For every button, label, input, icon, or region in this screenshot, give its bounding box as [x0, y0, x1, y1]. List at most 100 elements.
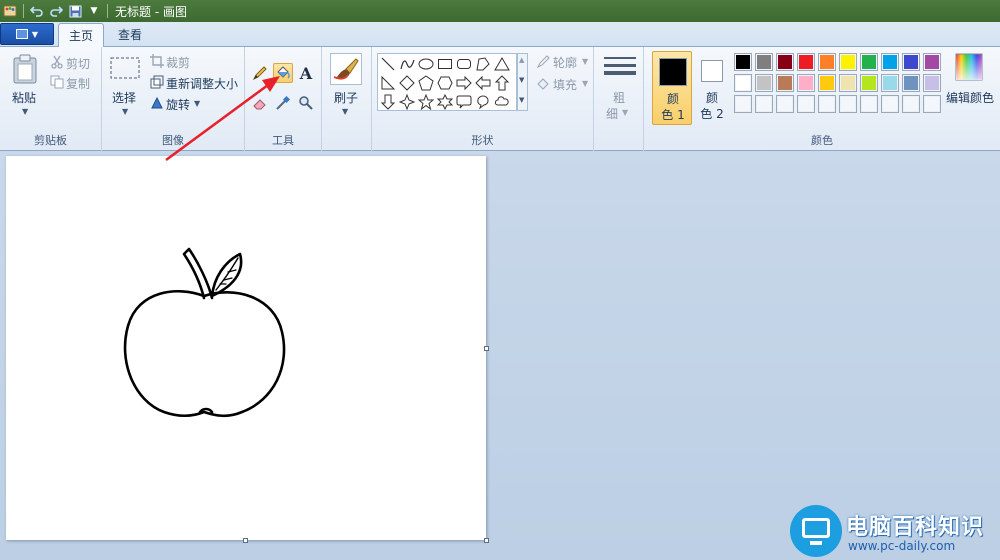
- curve-shape-icon[interactable]: [398, 55, 416, 73]
- line-width-icon[interactable]: [604, 55, 636, 81]
- palette-swatch[interactable]: [797, 95, 815, 113]
- palette-swatch[interactable]: [818, 53, 836, 71]
- pentagon-shape-icon[interactable]: [417, 74, 435, 92]
- crop-button[interactable]: 裁剪: [166, 54, 190, 71]
- cut-button[interactable]: 剪切: [66, 55, 90, 72]
- color2-button[interactable]: 颜 色 2: [692, 51, 732, 125]
- select-button[interactable]: 选择: [112, 89, 136, 106]
- chevron-down-icon[interactable]: ▼: [194, 99, 200, 108]
- chevron-down-icon[interactable]: ▼: [342, 107, 348, 116]
- palette-swatch[interactable]: [776, 95, 794, 113]
- polygon-shape-icon[interactable]: [474, 55, 492, 73]
- save-icon[interactable]: [67, 3, 83, 19]
- color1-button[interactable]: 颜 色 1: [652, 51, 692, 125]
- palette-swatch[interactable]: [818, 95, 836, 113]
- resize-handle-corner[interactable]: [484, 538, 489, 543]
- palette-swatch[interactable]: [923, 74, 941, 92]
- fill-button[interactable]: 填充: [553, 76, 577, 93]
- five-point-star-shape-icon[interactable]: [417, 93, 435, 111]
- resize-handle-bottom[interactable]: [243, 538, 248, 543]
- shapes-gallery-scroll[interactable]: ▲ ▼ ▼: [517, 53, 528, 111]
- magnifier-icon[interactable]: [296, 93, 316, 113]
- diamond-shape-icon[interactable]: [398, 74, 416, 92]
- resize-button[interactable]: 重新调整大小: [166, 75, 238, 92]
- edit-colors-icon[interactable]: [955, 53, 983, 81]
- palette-swatch[interactable]: [797, 53, 815, 71]
- chevron-down-icon[interactable]: ▼: [582, 57, 588, 66]
- chevron-down-icon[interactable]: ▼: [122, 107, 128, 116]
- palette-swatch[interactable]: [755, 74, 773, 92]
- tab-view[interactable]: 查看: [108, 23, 152, 47]
- palette-swatch[interactable]: [755, 95, 773, 113]
- edit-colors-button[interactable]: 编辑颜色: [946, 89, 994, 106]
- color-picker-icon[interactable]: [273, 93, 293, 113]
- palette-swatch[interactable]: [797, 74, 815, 92]
- palette-swatch[interactable]: [839, 74, 857, 92]
- rectangle-shape-icon[interactable]: [436, 55, 454, 73]
- hexagon-shape-icon[interactable]: [436, 74, 454, 92]
- brush-icon[interactable]: [330, 53, 362, 85]
- drawing-canvas[interactable]: [6, 156, 486, 540]
- fill-bucket-icon[interactable]: [273, 63, 293, 83]
- size-label-bottom[interactable]: 细: [606, 105, 618, 122]
- palette-swatch[interactable]: [881, 95, 899, 113]
- chevron-down-icon[interactable]: ▼: [622, 108, 628, 117]
- palette-swatch[interactable]: [755, 53, 773, 71]
- expand-gallery-icon[interactable]: ▼: [519, 96, 524, 104]
- scroll-up-icon[interactable]: ▲: [519, 56, 524, 64]
- palette-swatch[interactable]: [923, 53, 941, 71]
- rounded-callout-shape-icon[interactable]: [455, 93, 473, 111]
- customize-qat-icon[interactable]: ▼: [86, 3, 102, 19]
- palette-swatch[interactable]: [839, 53, 857, 71]
- paint-app-icon[interactable]: [2, 3, 18, 19]
- palette-swatch[interactable]: [860, 53, 878, 71]
- palette-swatch[interactable]: [818, 74, 836, 92]
- palette-swatch[interactable]: [734, 53, 752, 71]
- rounded-rectangle-shape-icon[interactable]: [455, 55, 473, 73]
- eraser-icon[interactable]: [250, 93, 270, 113]
- line-shape-icon[interactable]: [379, 55, 397, 73]
- scroll-down-icon[interactable]: ▼: [519, 76, 524, 84]
- copy-button[interactable]: 复制: [66, 75, 90, 92]
- right-triangle-shape-icon[interactable]: [379, 74, 397, 92]
- palette-swatch[interactable]: [902, 74, 920, 92]
- size-label-top[interactable]: 粗: [613, 89, 625, 106]
- right-arrow-shape-icon[interactable]: [455, 74, 473, 92]
- palette-swatch[interactable]: [734, 95, 752, 113]
- palette-swatch[interactable]: [902, 53, 920, 71]
- oval-callout-shape-icon[interactable]: [474, 93, 492, 111]
- undo-icon[interactable]: [29, 3, 45, 19]
- left-arrow-shape-icon[interactable]: [474, 74, 492, 92]
- up-arrow-shape-icon[interactable]: [493, 74, 511, 92]
- palette-swatch[interactable]: [860, 95, 878, 113]
- brushes-button[interactable]: 刷子: [334, 89, 358, 106]
- four-point-star-shape-icon[interactable]: [398, 93, 416, 111]
- palette-swatch[interactable]: [881, 53, 899, 71]
- file-menu-button[interactable]: ▼: [0, 23, 54, 45]
- text-icon[interactable]: A: [296, 63, 316, 83]
- paste-icon[interactable]: [12, 53, 38, 85]
- chevron-down-icon[interactable]: ▼: [22, 107, 28, 116]
- cloud-callout-shape-icon[interactable]: [493, 93, 511, 111]
- palette-swatch[interactable]: [902, 95, 920, 113]
- oval-shape-icon[interactable]: [417, 55, 435, 73]
- triangle-shape-icon[interactable]: [493, 55, 511, 73]
- palette-swatch[interactable]: [860, 74, 878, 92]
- palette-swatch[interactable]: [734, 74, 752, 92]
- chevron-down-icon[interactable]: ▼: [582, 79, 588, 88]
- paste-button[interactable]: 粘贴: [12, 89, 36, 106]
- down-arrow-shape-icon[interactable]: [379, 93, 397, 111]
- rotate-button[interactable]: 旋转: [166, 96, 190, 113]
- palette-swatch[interactable]: [923, 95, 941, 113]
- select-icon[interactable]: [110, 57, 140, 79]
- palette-swatch[interactable]: [776, 53, 794, 71]
- outline-button[interactable]: 轮廓: [553, 54, 577, 71]
- redo-icon[interactable]: [48, 3, 64, 19]
- tab-home[interactable]: 主页: [58, 23, 105, 48]
- six-point-star-shape-icon[interactable]: [436, 93, 454, 111]
- resize-handle-right[interactable]: [484, 346, 489, 351]
- pencil-icon[interactable]: [250, 63, 270, 83]
- palette-swatch[interactable]: [839, 95, 857, 113]
- palette-swatch[interactable]: [776, 74, 794, 92]
- palette-swatch[interactable]: [881, 74, 899, 92]
